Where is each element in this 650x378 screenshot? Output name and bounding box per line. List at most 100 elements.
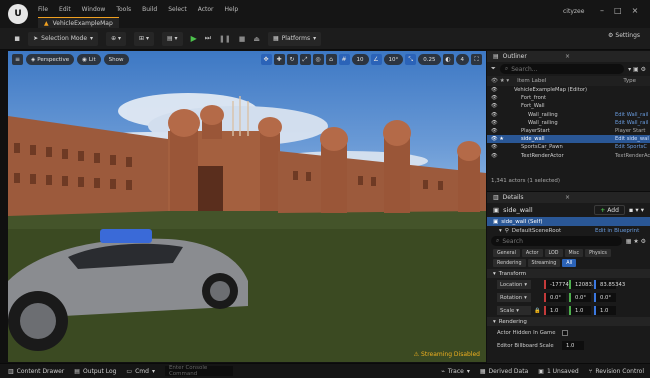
visibility-icon[interactable]: 👁: [487, 103, 507, 109]
filter-chip-all[interactable]: All: [562, 259, 577, 267]
lock-icon[interactable]: 🔒: [534, 308, 541, 314]
close-icon[interactable]: ×: [565, 53, 570, 60]
translate-icon[interactable]: ✚: [273, 54, 285, 65]
lit-button[interactable]: ◉ Lit: [77, 54, 101, 65]
transform-y-field[interactable]: 1.0: [569, 306, 591, 315]
visibility-icon[interactable]: 👁: [487, 128, 507, 134]
show-button[interactable]: Show: [103, 54, 129, 65]
camera-speed-value[interactable]: 4: [455, 54, 469, 65]
transform-x-field[interactable]: 1.0: [544, 306, 566, 315]
outliner-row-type[interactable]: Edit side_wal: [615, 136, 649, 142]
visibility-icon[interactable]: 👁: [487, 87, 507, 93]
minimize-button[interactable]: –: [600, 6, 604, 15]
edit-in-blueprint-link[interactable]: Edit in Blueprint: [595, 228, 639, 234]
content-drawer-button[interactable]: ▥ Content Drawer: [8, 368, 64, 375]
rotation-snap-value[interactable]: 10°: [383, 54, 404, 65]
grid-snap-icon[interactable]: #: [338, 54, 350, 65]
visibility-icon[interactable]: 👁: [487, 112, 507, 118]
transform-label-dropdown[interactable]: Location ▾: [497, 280, 531, 289]
outliner-row[interactable]: 👁 TextRenderActor TextRenderAct: [487, 152, 650, 160]
filter-chip-lod[interactable]: LOD: [544, 249, 563, 257]
visibility-icon[interactable]: 👁 ★: [487, 136, 507, 142]
transform-x-field[interactable]: -17774.46: [544, 280, 577, 289]
column-item-label[interactable]: Item Label: [517, 78, 546, 84]
visibility-icon[interactable]: 👁: [487, 120, 507, 126]
menu-build[interactable]: Build: [142, 6, 157, 13]
add-component-button[interactable]: + Add: [594, 205, 625, 215]
unsaved-button[interactable]: ▣ 1 Unsaved: [538, 368, 578, 375]
rotate-icon[interactable]: ↻: [286, 54, 298, 65]
world-space-icon[interactable]: ◎: [312, 54, 324, 65]
filter-chip-general[interactable]: General: [493, 249, 520, 257]
blueprint-icon[interactable]: ▪ ▾ ▾: [629, 206, 644, 214]
perspective-button[interactable]: ◈ Perspective: [26, 54, 75, 65]
menu-help[interactable]: Help: [225, 6, 239, 13]
scale-snap-value[interactable]: 0.25: [418, 54, 441, 65]
transform-z-field[interactable]: 0.0°: [594, 293, 616, 302]
outliner-row[interactable]: 👁 SportsCar_Pawn Edit SportsC: [487, 143, 650, 151]
scale-icon[interactable]: ⤢: [299, 54, 311, 65]
eject-icon[interactable]: ⏏: [253, 35, 260, 43]
outliner-row-type[interactable]: Edit SportsC: [615, 144, 647, 150]
camera-speed-icon[interactable]: ◐: [442, 54, 454, 65]
checkbox[interactable]: [562, 329, 568, 336]
outliner-row[interactable]: 👁 Wall_railing Edit Wall_rail: [487, 111, 650, 119]
save-icon[interactable]: ▪: [14, 34, 20, 44]
add-content-icon[interactable]: ⊕ ▾: [106, 31, 127, 46]
transform-y-field[interactable]: 0.0°: [569, 293, 591, 302]
transform-x-field[interactable]: 0.0°: [544, 293, 566, 302]
transform-section-header[interactable]: ▾ Transform: [487, 269, 650, 278]
outliner-row[interactable]: 👁 VehicleExampleMap (Editor): [487, 86, 650, 94]
filter-chip-physics[interactable]: Physics: [585, 249, 611, 257]
play-options-icon[interactable]: ⏭: [205, 34, 211, 43]
rotation-snap-icon[interactable]: ∠: [370, 54, 382, 65]
level-tab[interactable]: ▲ VehicleExampleMap: [38, 17, 119, 28]
outliner-row-type[interactable]: Edit Wall_rail: [615, 112, 648, 118]
column-type[interactable]: Type: [623, 78, 636, 84]
details-search-input[interactable]: ⌕ Search: [491, 236, 622, 246]
play-icon[interactable]: ▶: [191, 34, 197, 43]
hamburger-icon[interactable]: ≡: [12, 54, 23, 65]
maximize-button[interactable]: □: [614, 6, 622, 15]
visibility-icon[interactable]: 👁: [487, 95, 507, 101]
outliner-tab[interactable]: ▤ Outliner ×: [487, 51, 650, 62]
stop-icon[interactable]: ■: [239, 35, 246, 43]
actor-name[interactable]: side_wall: [503, 206, 532, 214]
component-self-row[interactable]: ▣ side_wall (Self): [487, 217, 650, 226]
visibility-icon[interactable]: 👁: [487, 144, 507, 150]
menu-select[interactable]: Select: [168, 6, 187, 13]
rendering-section-header[interactable]: ▾ Rendering: [487, 317, 650, 326]
filter-chip-rendering[interactable]: Rendering: [493, 259, 526, 267]
outliner-row[interactable]: 👁 PlayerStart Player Start: [487, 127, 650, 135]
add-folder-icon[interactable]: ▾ ▣ ⚙: [628, 66, 646, 73]
menu-file[interactable]: File: [38, 6, 48, 13]
grid-snap-value[interactable]: 10: [351, 54, 369, 65]
outliner-row[interactable]: 👁 Wall_railing Edit Wall_rail: [487, 119, 650, 127]
trace-button[interactable]: ⌁ Trace ▾: [441, 368, 470, 375]
outliner-row-type[interactable]: Edit Wall_rail: [615, 120, 648, 126]
transform-z-field[interactable]: 1.0: [594, 306, 616, 315]
transform-y-field[interactable]: 12083.893: [569, 280, 604, 289]
pause-icon[interactable]: ❚❚: [219, 35, 231, 43]
filter-chip-misc[interactable]: Misc: [564, 249, 584, 257]
platforms-button[interactable]: ▦ Platforms ▾: [268, 31, 322, 46]
revision-control-button[interactable]: ⑂ Revision Control: [589, 368, 644, 375]
visibility-icon[interactable]: 👁: [487, 153, 507, 159]
sequencer-icon[interactable]: ▤ ▾: [161, 31, 183, 46]
transform-z-field[interactable]: 83.85343: [594, 280, 625, 289]
outliner-row[interactable]: 👁 ★ side_wall Edit side_wal: [487, 135, 650, 144]
maximize-viewport-icon[interactable]: ⛶: [471, 54, 482, 65]
surface-snap-icon[interactable]: ⌂: [325, 54, 337, 65]
component-scene-root-row[interactable]: ▾ ⚲ DefaultSceneRoot Edit in Blueprint: [487, 226, 650, 235]
move-tool-icon[interactable]: ✥: [260, 54, 272, 65]
menu-actor[interactable]: Actor: [198, 6, 214, 13]
visibility-icon[interactable]: 👁 ★ ▾: [491, 78, 509, 84]
close-icon[interactable]: ×: [565, 194, 570, 201]
property-matrix-icon[interactable]: ▦ ★ ⚙: [626, 238, 646, 245]
outliner-search-input[interactable]: ⌕ Search...: [499, 64, 625, 74]
selection-mode-button[interactable]: ➤ Selection Mode ▾: [28, 31, 99, 46]
close-button[interactable]: ×: [632, 6, 639, 15]
menu-edit[interactable]: Edit: [59, 6, 71, 13]
filter-icon[interactable]: ⏷: [491, 65, 496, 73]
details-tab[interactable]: ▥ Details ×: [487, 192, 650, 203]
